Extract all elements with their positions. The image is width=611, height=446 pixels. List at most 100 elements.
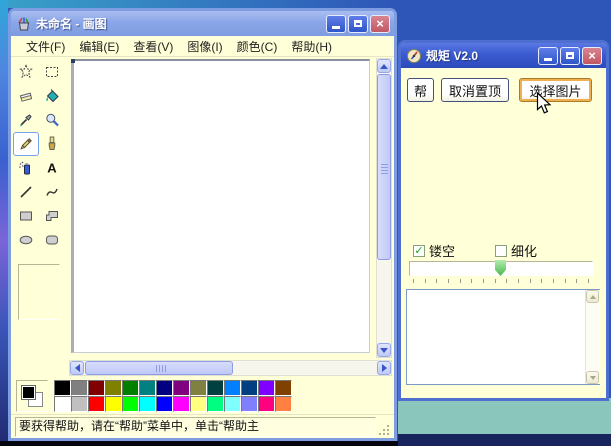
slider-track[interactable] [409,261,593,276]
resize-grip[interactable] [378,424,390,436]
pencil-icon [18,136,34,152]
canvas-zone [67,57,394,377]
color-swatch-C0C0C0[interactable] [71,396,88,412]
scroll-up-button[interactable] [377,59,391,73]
color-swatch-808040[interactable] [190,380,207,396]
tool-fill[interactable] [39,84,65,108]
tool-ellipse[interactable] [13,228,39,252]
color-swatch-FFFFFF[interactable] [54,396,71,412]
svg-text:A: A [47,161,57,176]
paint-maximize-button[interactable] [348,15,368,33]
vertical-scroll-thumb[interactable] [377,74,391,260]
cancel-topmost-button[interactable]: 取消置顶 [441,78,509,102]
guiju-body: 帮 取消置顶 选择图片 ✓ 镂空 细化 [401,68,606,398]
tool-color-picker[interactable] [13,108,39,132]
color-swatch-0000FF[interactable] [156,396,173,412]
color-swatch-00FF00[interactable] [122,396,139,412]
color-swatch-804000[interactable] [275,380,292,396]
tool-select[interactable] [39,60,65,84]
guiju-close-button[interactable]: × [582,47,602,65]
menu-item-4[interactable]: 颜色(C) [230,36,285,57]
paint-minimize-button[interactable] [326,15,346,33]
help-button[interactable]: 帮 [407,78,434,102]
menu-item-2[interactable]: 查看(V) [126,36,180,57]
menu-item-0[interactable]: 文件(F) [19,36,72,57]
checkbox-row: ✓ 镂空 细化 [401,241,606,257]
color-swatch-00FF80[interactable] [207,396,224,412]
left-arrow-icon [75,364,80,372]
paint-titlebar[interactable]: 未命名 - 画图 × [11,11,394,36]
vertical-scrollbar[interactable] [376,58,392,358]
color-swatch-800000[interactable] [88,380,105,396]
scroll-left-button[interactable] [70,361,84,375]
slider-tick [425,279,426,283]
tool-rectangle[interactable] [13,204,39,228]
color-swatch-FF00FF[interactable] [173,396,190,412]
tool-polygon[interactable] [39,204,65,228]
result-textarea[interactable] [406,289,600,385]
menu-item-5[interactable]: 帮助(H) [284,36,339,57]
color-swatch-FFFF80[interactable] [190,396,207,412]
tool-brush[interactable] [39,132,65,156]
color-swatch-800080[interactable] [173,380,190,396]
guiju-minimize-button[interactable] [538,47,558,65]
color-swatch-000000[interactable] [54,380,71,396]
slider-tick [448,279,449,283]
maximize-icon [566,52,574,59]
menu-item-1[interactable]: 编辑(E) [72,36,126,57]
tool-pencil[interactable] [13,132,39,156]
color-swatch-008000[interactable] [122,380,139,396]
menu-item-3[interactable]: 图像(I) [180,36,229,57]
textarea-scroll-up-button[interactable] [586,290,599,303]
canvas-resize-handle[interactable] [71,59,75,63]
color-swatch-808000[interactable] [105,380,122,396]
tool-text[interactable]: A [39,156,65,180]
tool-free-form-select[interactable] [13,60,39,84]
tool-rounded-rectangle[interactable] [39,228,65,252]
slider-thumb[interactable] [495,260,506,276]
color-swatch-808080[interactable] [71,380,88,396]
scroll-right-button[interactable] [377,361,391,375]
horizontal-scrollbar[interactable] [69,360,392,376]
color-swatch-FF8040[interactable] [275,396,292,412]
tool-eraser[interactable] [13,84,39,108]
checkbox-xihua[interactable]: 细化 [495,241,537,260]
textarea-scroll-down-button[interactable] [586,371,599,384]
slider-tick [483,279,484,283]
slider-tick [506,279,507,283]
color-swatch-8000FF[interactable] [258,380,275,396]
color-swatch-FF0080[interactable] [258,396,275,412]
tool-line[interactable] [13,180,39,204]
color-swatch-004040[interactable] [207,380,224,396]
slider-tick [471,279,472,283]
tool-magnifier[interactable] [39,108,65,132]
textarea-scrollbar[interactable] [585,290,600,384]
airbrush-icon [18,160,34,176]
choose-picture-button[interactable]: 选择图片 [519,78,592,102]
horizontal-scroll-thumb[interactable] [85,361,233,375]
color-swatch-FF0000[interactable] [88,396,105,412]
scroll-down-button[interactable] [377,343,391,357]
tool-curve[interactable] [39,180,65,204]
guiju-maximize-button[interactable] [560,47,580,65]
checkbox-louking[interactable]: ✓ 镂空 [413,241,455,260]
color-swatch-FFFF00[interactable] [105,396,122,412]
checkbox-box[interactable] [495,245,507,257]
guiju-window-title: 规矩 V2.0 [426,47,534,64]
minimize-icon [332,26,340,29]
slider-ticks [413,279,589,284]
color-swatch-8080FF[interactable] [241,396,258,412]
color-swatch-00FFFF[interactable] [139,396,156,412]
drawing-canvas[interactable] [71,59,370,353]
paint-close-button[interactable]: × [370,15,390,33]
checkbox-box[interactable]: ✓ [413,245,425,257]
down-arrow-icon [590,376,596,380]
color-swatch-008080[interactable] [139,380,156,396]
guiju-titlebar[interactable]: 规矩 V2.0 × [401,43,606,68]
color-swatch-80FFFF[interactable] [224,396,241,412]
color-swatch-004080[interactable] [241,380,258,396]
color-swatch-0080FF[interactable] [224,380,241,396]
color-swatch-000080[interactable] [156,380,173,396]
slider-tick [588,279,589,283]
tool-airbrush[interactable] [13,156,39,180]
